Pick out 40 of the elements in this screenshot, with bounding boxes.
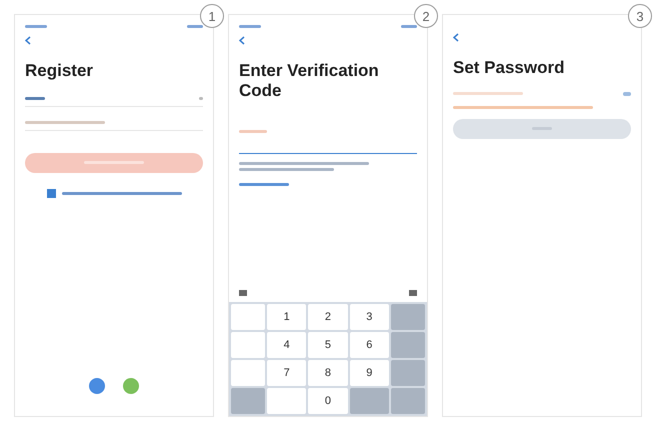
status-bar-text [401,25,417,28]
number-key[interactable]: 5 [308,332,348,358]
screen-title: Register [25,61,94,81]
done-button[interactable] [453,118,631,139]
screen-title: Set Password [453,58,566,78]
number-key[interactable]: 7 [267,360,306,386]
status-bar-text [239,25,261,28]
step-number: 2 [414,4,438,28]
step-number: 3 [628,4,652,28]
screen-title: Enter Verification Code [239,61,380,100]
symbol-key[interactable] [231,304,265,330]
number-key[interactable]: 8 [308,360,348,386]
space-key[interactable] [267,388,306,414]
agreement-checkbox[interactable] [46,188,56,198]
symbol-key[interactable] [231,332,265,358]
password-field-placeholder[interactable] [453,92,523,96]
status-bar-text [187,25,203,28]
function-key[interactable] [350,388,389,414]
number-key[interactable]: 1 [267,304,306,330]
code-field-placeholder[interactable] [239,130,267,134]
function-key[interactable] [390,304,425,330]
login-option-icon[interactable] [123,378,139,394]
number-key[interactable]: 4 [267,332,306,358]
function-key[interactable] [390,332,425,358]
login-option-icon[interactable] [89,378,105,394]
resend-link[interactable] [239,183,289,186]
region-field-text[interactable] [25,96,45,100]
function-key[interactable] [390,360,425,386]
number-key[interactable]: 0 [308,388,348,414]
account-field-placeholder[interactable] [25,120,105,124]
number-key[interactable]: 2 [308,304,348,330]
number-key[interactable]: 6 [350,332,389,358]
function-key[interactable] [231,388,265,414]
symbol-key[interactable] [231,360,265,386]
status-bar-text [25,25,47,28]
step-number: 1 [200,4,224,28]
function-key[interactable] [390,388,425,414]
number-key[interactable]: 3 [350,304,389,330]
number-key[interactable]: 9 [350,360,389,386]
get-code-button[interactable] [25,152,203,173]
